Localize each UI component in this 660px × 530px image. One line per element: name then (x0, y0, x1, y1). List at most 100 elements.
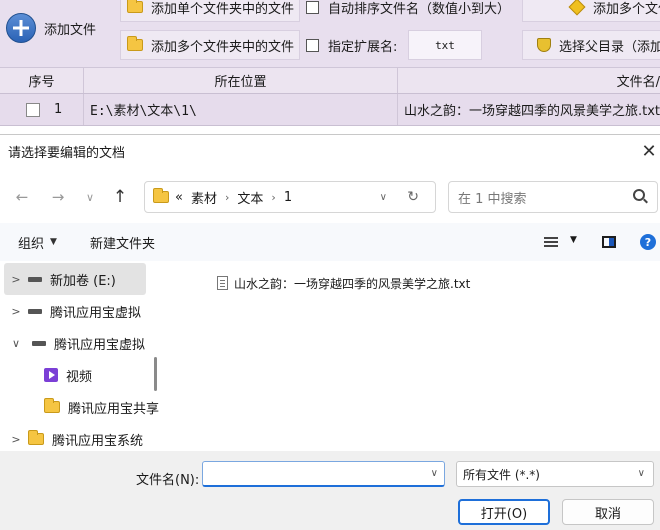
organize-button[interactable]: 组织 ▼ (18, 223, 57, 261)
wand-icon (568, 0, 586, 16)
tree-scrollbar[interactable] (154, 357, 157, 391)
chevron-right-icon[interactable]: > (4, 433, 28, 446)
header-filename[interactable]: 文件名/ (398, 68, 660, 93)
plus-icon (6, 13, 36, 43)
add-multi-files-button[interactable]: 添加多个文件 (522, 0, 660, 22)
filetype-select[interactable]: 所有文件 (*.*) ∨ (456, 461, 654, 487)
search-input[interactable]: 在 1 中搜索 (448, 181, 658, 213)
dialog-footer: 文件名(N): ∨ 所有文件 (*.*) ∨ 打开(O) 取消 (0, 451, 660, 530)
chevron-down-icon[interactable]: ∨ (0, 337, 32, 350)
chevron-down-icon[interactable]: ∨ (431, 468, 438, 479)
add-file-label: 添加文件 (44, 22, 97, 38)
txt-file-icon (217, 276, 228, 290)
open-button[interactable]: 打开(O) (458, 499, 550, 525)
table-header: 序号 所在位置 文件名/ (0, 68, 660, 94)
breadcrumb-item[interactable]: 素材 (191, 188, 217, 207)
breadcrumb-separator-icon: › (224, 190, 230, 204)
tree-item-tencent-system[interactable]: > 腾讯应用宝系统 (0, 423, 162, 451)
header-index[interactable]: 序号 (0, 68, 84, 93)
add-single-folder-button[interactable]: 添加单个文件夹中的文件 (120, 0, 300, 22)
row-location: E:\素材\文本\1\ (84, 94, 398, 125)
search-placeholder: 在 1 中搜索 (458, 191, 527, 207)
dialog-title: 请选择要编辑的文档 (8, 145, 126, 161)
ext-checkbox[interactable]: 指定扩展名: (306, 30, 397, 60)
select-parent-dir-label: 选择父目录（添加 (559, 39, 660, 55)
add-file-button[interactable]: 添加文件 (0, 0, 116, 56)
chevron-down-icon[interactable]: ∨ (380, 192, 387, 203)
help-icon[interactable]: ? (640, 234, 656, 250)
dialog-title-bar: 请选择要编辑的文档 ✕ (0, 135, 660, 167)
navigation-bar: ← → ∨ ↑ « 素材 › 文本 › 1 ∨ ↻ 在 1 中搜索 (0, 167, 660, 223)
tree-item-tencent-virtual-2[interactable]: ∨ 腾讯应用宝虚拟 (0, 327, 162, 359)
ext-label: 指定扩展名: (328, 39, 398, 55)
tree-item-label: 腾讯应用宝虚拟 (54, 337, 146, 353)
drive-icon (28, 308, 42, 314)
breadcrumb-item[interactable]: 1 (284, 190, 292, 205)
shield-icon (537, 38, 551, 52)
file-name: 山水之韵：一场穿越四季的风景美学之旅.txt (234, 276, 471, 291)
tree-item-tencent-virtual-1[interactable]: > 腾讯应用宝虚拟 (0, 295, 162, 327)
file-item[interactable]: 山水之韵：一场穿越四季的风景美学之旅.txt (217, 273, 470, 293)
tree-item-label: 腾讯应用宝系统 (52, 433, 144, 449)
row-index: 1 (54, 102, 63, 117)
new-folder-button[interactable]: 新建文件夹 (90, 223, 155, 261)
tree-item-tencent-shared[interactable]: 腾讯应用宝共享 (0, 391, 162, 423)
folder-icon (127, 0, 143, 13)
open-file-dialog: 请选择要编辑的文档 ✕ ← → ∨ ↑ « 素材 › 文本 › 1 ∨ ↻ 在 … (0, 134, 660, 530)
header-location[interactable]: 所在位置 (84, 68, 398, 93)
folder-icon (44, 398, 60, 413)
close-icon[interactable]: ✕ (638, 139, 660, 163)
view-options-icon[interactable] (544, 237, 558, 247)
select-parent-dir-button[interactable]: 选择父目录（添加 (522, 30, 660, 60)
tree-item-label: 腾讯应用宝共享 (68, 401, 160, 417)
extension-input[interactable]: txt (408, 30, 482, 60)
search-icon[interactable] (633, 189, 645, 201)
back-arrow-icon[interactable]: ← (12, 187, 32, 207)
add-multi-folder-label: 添加多个文件夹中的文件 (151, 39, 295, 55)
command-bar: 组织 ▼ 新建文件夹 ▼ ? (0, 223, 660, 261)
tree-item-label: 视频 (66, 369, 93, 385)
forward-arrow-icon[interactable]: → (48, 187, 68, 207)
drive-icon (28, 276, 42, 282)
checkbox-icon (306, 38, 319, 52)
filename-label: 文件名(N): (136, 473, 200, 488)
folder-icon (153, 188, 169, 203)
tree-item-label: 腾讯应用宝虚拟 (50, 305, 142, 321)
cancel-button[interactable]: 取消 (562, 499, 654, 525)
tree-item-label: 新加卷 (E:) (50, 273, 116, 289)
address-overflow[interactable]: « (175, 190, 183, 205)
caret-down-icon: ▼ (50, 237, 57, 247)
auto-sort-checkbox[interactable]: 自动排序文件名（数值小到大） (306, 0, 510, 22)
tree-item-drive-e[interactable]: > 新加卷 (E:) (4, 263, 146, 295)
chevron-down-icon: ∨ (637, 468, 645, 479)
filetype-value: 所有文件 (*.*) (463, 467, 540, 482)
address-bar[interactable]: « 素材 › 文本 › 1 ∨ ↻ (144, 181, 436, 213)
up-arrow-icon[interactable]: ↑ (110, 187, 130, 207)
tree-item-video[interactable]: 视频 (0, 359, 162, 391)
row-checkbox[interactable] (26, 102, 40, 117)
checkbox-icon (306, 0, 319, 14)
filename-input[interactable]: ∨ (202, 461, 445, 487)
refresh-icon[interactable]: ↻ (407, 189, 419, 205)
breadcrumb-item[interactable]: 文本 (237, 188, 263, 207)
recent-locations-icon[interactable]: ∨ (80, 187, 100, 207)
caret-down-icon[interactable]: ▼ (570, 235, 577, 245)
organize-label: 组织 (18, 236, 45, 252)
table-row[interactable]: 1 E:\素材\文本\1\ 山水之韵：一场穿越四季的风景美学之旅.txt (0, 94, 660, 126)
navigation-tree: > 新加卷 (E:) > 腾讯应用宝虚拟 ∨ 腾讯应用宝虚拟 视频 腾讯应用宝共… (0, 261, 162, 451)
auto-sort-label: 自动排序文件名（数值小到大） (328, 1, 511, 17)
chevron-right-icon[interactable]: > (4, 305, 28, 318)
chevron-right-icon[interactable]: > (4, 273, 28, 286)
preview-pane-icon[interactable] (602, 236, 616, 248)
breadcrumb-separator-icon: › (271, 190, 276, 204)
drive-icon (32, 340, 46, 346)
row-index-cell: 1 (0, 94, 84, 125)
app-toolbar: 添加文件 添加单个文件夹中的文件 自动排序文件名（数值小到大） 添加多个文件 添… (0, 0, 660, 68)
add-multi-files-label: 添加多个文件 (593, 1, 660, 17)
row-filename: 山水之韵：一场穿越四季的风景美学之旅.txt (404, 104, 660, 119)
file-list: 山水之韵：一场穿越四季的风景美学之旅.txt (163, 261, 660, 451)
folder-icon (28, 430, 44, 445)
add-multi-folder-button[interactable]: 添加多个文件夹中的文件 (120, 30, 300, 60)
video-icon (44, 368, 58, 382)
add-single-folder-label: 添加单个文件夹中的文件 (151, 1, 295, 17)
